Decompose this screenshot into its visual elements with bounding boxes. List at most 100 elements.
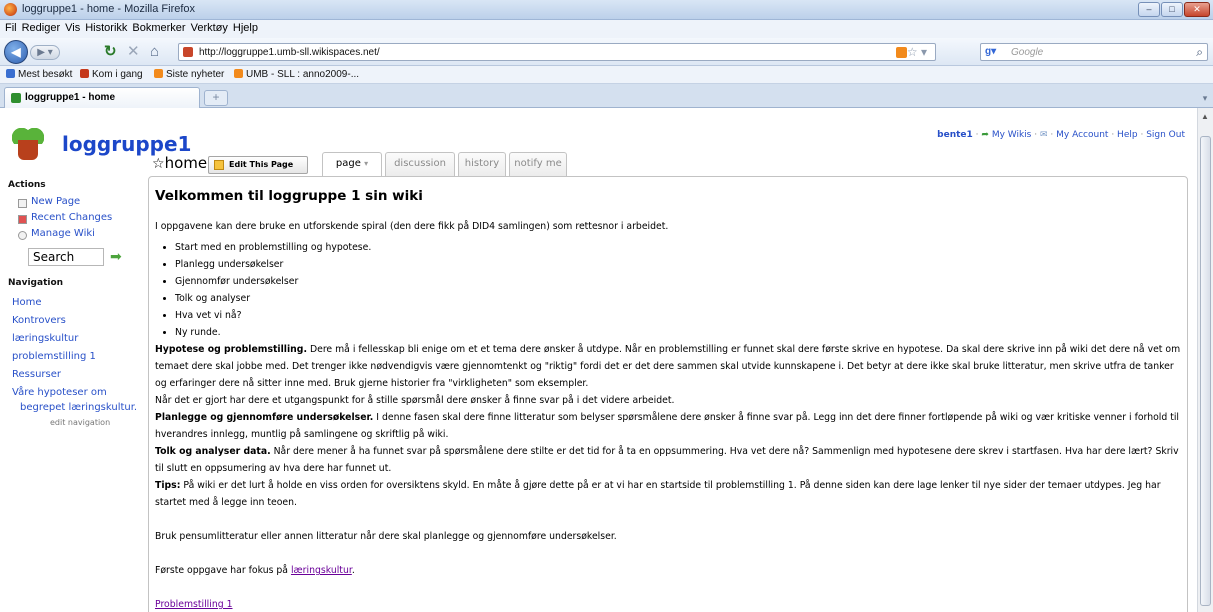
scrollbar-thumb[interactable] (1200, 136, 1211, 606)
laeringskultur-link[interactable]: læringskultur (291, 565, 352, 576)
tab-page[interactable]: page ▾ (322, 152, 382, 178)
sidebar-new-page[interactable]: New Page (31, 196, 80, 207)
bookmark-star-icon[interactable]: ☆ ▾ (907, 45, 927, 59)
sidebar-item-problemstilling-1[interactable]: problemstilling 1 (12, 351, 96, 362)
menu-hjelp[interactable]: Hjelp (233, 22, 258, 34)
tips-paragraph: Tips: På wiki er det lurt å holde en vis… (155, 480, 1161, 508)
menu-vis[interactable]: Vis (65, 22, 80, 34)
list-item: Hva vet vi nå? (175, 307, 1185, 324)
pencil-icon (214, 160, 224, 170)
my-wikis-link[interactable]: My Wikis (992, 130, 1032, 140)
search-icon[interactable]: ⌕ (1196, 45, 1203, 60)
sign-out-link[interactable]: Sign Out (1146, 130, 1185, 140)
forste-oppgave-text: Første oppgave har fokus på læringskultu… (155, 565, 355, 576)
site-title[interactable]: loggruppe1 (62, 132, 191, 156)
intro-text: I oppgavene kan dere bruke en utforskend… (155, 221, 669, 232)
menu-verktoy[interactable]: Verktøy (191, 22, 228, 34)
stop-icon[interactable]: ✕ (127, 44, 140, 60)
search-placeholder: Google (1011, 47, 1044, 58)
url-text[interactable]: http://loggruppe1.umb-sll.wikispaces.net… (199, 47, 380, 58)
tab-loggruppe1-home[interactable]: loggruppe1 - home (4, 87, 200, 108)
sidebar-item-ressurser[interactable]: Ressurser (12, 369, 61, 380)
list-item: Planlegg undersøkelser (175, 256, 1185, 273)
pensum-text: Bruk pensumlitteratur eller annen litter… (155, 531, 617, 542)
sidebar-item-vare-hypoteser[interactable]: Våre hypoteser om (12, 387, 107, 398)
scroll-up-icon[interactable]: ▲ (1201, 112, 1209, 121)
tolk-paragraph: Tolk og analyser data. Når dere mener å … (155, 446, 1179, 474)
search-bar[interactable]: g▾ Google ⌕ (980, 43, 1208, 61)
page-content: Velkommen til loggruppe 1 sin wiki I opp… (155, 186, 1185, 612)
menu-rediger[interactable]: Rediger (22, 22, 61, 34)
window-titlebar: loggruppe1 - home - Mozilla Firefox – □ … (0, 0, 1213, 20)
forward-button[interactable]: ▶ ▾ (30, 45, 60, 60)
hypotese-followup: Når det er gjort har dere et utgangspunk… (155, 395, 675, 406)
window-title: loggruppe1 - home - Mozilla Firefox (22, 3, 196, 15)
bookmarks-toolbar: Mest besøkt Kom i gang Siste nyheter UMB… (0, 66, 1213, 84)
url-bar[interactable]: http://loggruppe1.umb-sll.wikispaces.net… (178, 43, 936, 61)
tab-list-button[interactable]: ▾ (1199, 90, 1211, 106)
menu-bar: Fil Rediger Vis Historikk Bokmerker Verktøy Hj… (0, 20, 1213, 38)
chevron-down-icon: ▾ (364, 159, 369, 168)
sidebar-item-laeringskultur[interactable]: læringskultur (12, 333, 78, 344)
home-icon[interactable]: ⌂ (150, 44, 159, 60)
hypotese-paragraph: Hypotese og problemstilling. Dere må i f… (155, 344, 1181, 389)
sidebar-item-begrepet[interactable]: begrepet læringskultur. (20, 402, 137, 413)
menu-bokmerker[interactable]: Bokmerker (132, 22, 185, 34)
mail-icon: ✉ (1039, 130, 1048, 140)
gear-icon (18, 231, 27, 240)
actions-heading: Actions (8, 180, 46, 190)
firefox-icon (4, 3, 17, 16)
user-link[interactable]: bente1 (937, 130, 973, 140)
rss-icon (154, 69, 163, 78)
bookmark-icon (6, 69, 15, 78)
page-name: ☆home (152, 154, 208, 172)
bookmark-mest-besokt[interactable]: Mest besøkt (6, 69, 72, 80)
tab-history[interactable]: history (458, 152, 506, 176)
list-item: Start med en problemstilling og hypotese… (175, 239, 1185, 256)
site-favicon-icon (183, 47, 193, 57)
tab-discussion[interactable]: discussion (385, 152, 455, 176)
my-account-link[interactable]: My Account (1056, 130, 1108, 140)
user-bar: bente1 · ➦ My Wikis · ✉ · My Account · H… (937, 130, 1185, 140)
rss-icon[interactable] (896, 47, 907, 58)
list-item: Tolk og analyser (175, 290, 1185, 307)
back-button[interactable]: ◀ (4, 40, 28, 64)
edit-navigation-link[interactable]: edit navigation (50, 418, 110, 427)
go-arrow-icon[interactable]: ➡ (110, 249, 122, 265)
navigation-toolbar: ◀ ▶ ▾ ↻ ✕ ⌂ http://loggruppe1.umb-sll.wi… (0, 38, 1213, 66)
edit-page-button[interactable]: Edit This Page (208, 156, 308, 174)
help-link[interactable]: Help (1117, 130, 1138, 140)
tab-bar: loggruppe1 - home + ▾ (0, 84, 1213, 108)
bookmark-icon (80, 69, 89, 78)
bookmark-kom-i-gang[interactable]: Kom i gang (80, 69, 143, 80)
new-tab-button[interactable]: + (204, 90, 228, 106)
calendar-icon (18, 215, 27, 224)
bookmark-siste-nyheter[interactable]: Siste nyheter (154, 69, 224, 80)
google-icon[interactable]: g▾ (985, 46, 996, 57)
list-item: Ny runde. (175, 324, 1185, 341)
sidebar-search-input[interactable]: Search (28, 248, 104, 266)
sidebar-recent-changes[interactable]: Recent Changes (31, 212, 112, 223)
tab-favicon-icon (11, 93, 21, 103)
site-logo-pot-icon (18, 140, 38, 160)
vertical-scrollbar[interactable]: ▲ (1197, 108, 1213, 612)
star-icon[interactable]: ☆ (152, 156, 165, 172)
my-wikis-icon: ➦ (981, 130, 989, 140)
sidebar-item-home[interactable]: Home (12, 297, 42, 308)
menu-fil[interactable]: Fil (5, 22, 17, 34)
reload-icon[interactable]: ↻ (104, 44, 117, 60)
bookmark-umb-sll[interactable]: UMB - SLL : anno2009-... (234, 69, 359, 80)
tab-notify-me[interactable]: notify me (509, 152, 567, 176)
problemstilling-1-link[interactable]: Problemstilling 1 (155, 599, 233, 610)
sidebar-item-kontrovers[interactable]: Kontrovers (12, 315, 66, 326)
tab-label: loggruppe1 - home (25, 92, 115, 103)
minimize-button[interactable]: – (1138, 2, 1160, 17)
page-heading: Velkommen til loggruppe 1 sin wiki (155, 188, 423, 204)
sidebar-manage-wiki[interactable]: Manage Wiki (31, 228, 95, 239)
new-page-icon (18, 199, 27, 208)
maximize-button[interactable]: □ (1161, 2, 1183, 17)
rss-icon (234, 69, 243, 78)
step-list: Start med en problemstilling og hypotese… (155, 239, 1185, 341)
close-button[interactable]: ✕ (1184, 2, 1210, 17)
menu-historikk[interactable]: Historikk (85, 22, 127, 34)
